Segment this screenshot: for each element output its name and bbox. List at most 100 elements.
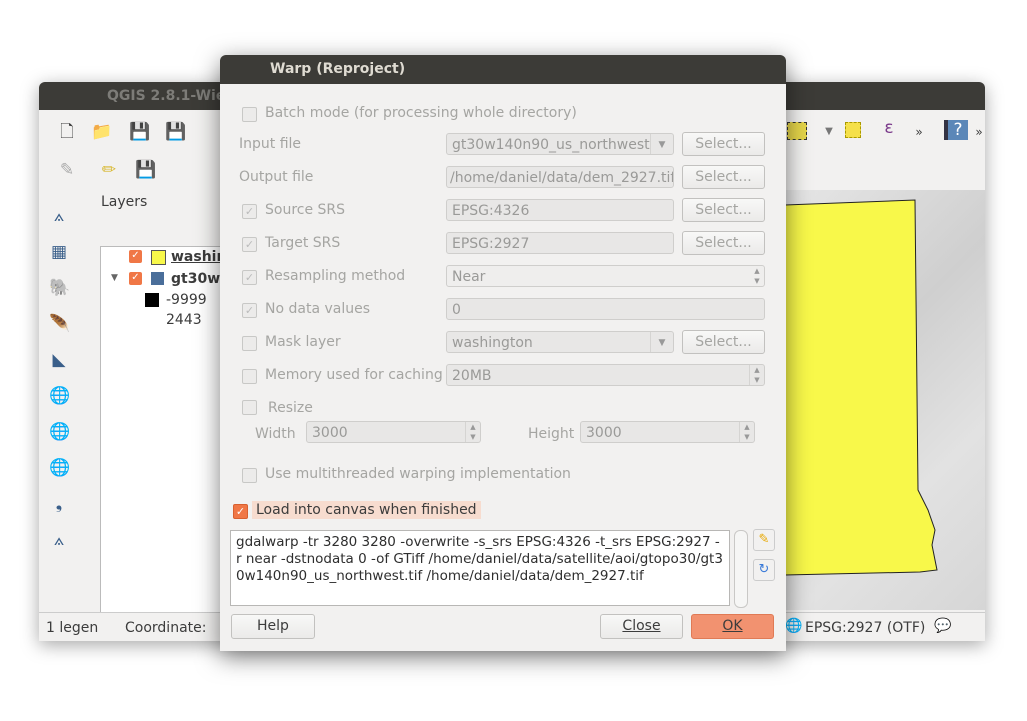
layers-panel-title: Layers <box>101 194 148 210</box>
add-wfs-icon[interactable]: 🌐 <box>49 458 70 478</box>
mask-select-button[interactable]: Select... <box>682 330 765 354</box>
no-data-input[interactable]: 0 <box>446 298 765 320</box>
target-srs-label: Target SRS <box>265 235 341 251</box>
add-postgis-icon[interactable]: 🐘 <box>49 278 70 298</box>
crs-globe-icon[interactable]: 🌐 <box>785 618 802 634</box>
input-file-value: gt30w140n90_us_northwest <box>452 137 650 153</box>
no-data-checkbox[interactable]: ✓ <box>242 303 257 318</box>
save-edits-icon[interactable]: 💾 <box>135 160 156 180</box>
legend-label: -9999 <box>166 292 207 308</box>
ok-button[interactable]: OK <box>691 614 774 639</box>
resize-checkbox[interactable] <box>242 400 257 415</box>
layer-symbol <box>151 250 166 265</box>
chevron-down-icon: ▼ <box>650 134 673 154</box>
width-spinbox[interactable]: 3000 ▲ ▼ <box>306 421 481 443</box>
edit-command-icon[interactable]: ✎ <box>753 529 775 551</box>
raster-layer-icon <box>151 272 164 285</box>
add-wcs-icon[interactable]: 🌐 <box>49 422 70 442</box>
chevron-down-icon[interactable]: ▼ <box>819 122 839 142</box>
mask-layer-combo[interactable]: washington ▼ <box>446 331 674 353</box>
memory-spinbox[interactable]: 20MB ▲ ▼ <box>446 364 765 386</box>
reset-command-icon[interactable]: ↻ <box>753 559 775 581</box>
edit-pencil-icon[interactable]: ✏ <box>99 160 119 180</box>
resampling-checkbox[interactable]: ✓ <box>242 270 257 285</box>
height-value: 3000 <box>586 425 622 441</box>
load-canvas-label[interactable]: Load into canvas when finished <box>252 501 481 519</box>
messages-icon[interactable]: 💬 <box>934 618 951 634</box>
add-delimited-text-icon[interactable]: ❟ <box>49 494 69 514</box>
coordinate-label: Coordinate: <box>125 620 207 636</box>
height-spinbox[interactable]: 3000 ▲ ▼ <box>580 421 755 443</box>
width-label: Width <box>255 426 296 442</box>
legend-status: 1 legen <box>46 620 99 636</box>
resampling-label: Resampling method <box>265 268 406 284</box>
memory-label: Memory used for caching <box>265 367 443 383</box>
left-layer-toolbar: ⟑ ▦ 🐘 🪶 ◣ 🌐 🌐 🌐 ❟ ⟑ <box>49 202 89 582</box>
input-file-label: Input file <box>239 136 302 152</box>
target-srs-input[interactable]: EPSG:2927 <box>446 232 674 254</box>
add-spatialite-icon[interactable]: 🪶 <box>49 314 70 334</box>
spinner-arrows-icon: ▲ ▼ <box>754 267 760 285</box>
save-as-icon[interactable]: 💾 <box>165 122 186 142</box>
chevron-down-icon: ▼ <box>650 332 673 352</box>
width-value: 3000 <box>312 425 348 441</box>
height-label: Height <box>528 426 575 442</box>
open-project-icon[interactable]: 📁 <box>91 122 112 142</box>
multithread-label: Use multithreaded warping implementation <box>265 466 571 482</box>
add-wms-icon[interactable]: 🌐 <box>49 386 70 406</box>
expand-icon[interactable]: ▼ <box>111 273 118 283</box>
multithread-checkbox[interactable] <box>242 468 257 483</box>
more-icon[interactable]: » <box>969 122 985 142</box>
add-raster-icon[interactable]: ▦ <box>49 242 69 262</box>
target-srs-checkbox[interactable]: ✓ <box>242 237 257 252</box>
layer-checkbox[interactable]: ✓ <box>129 272 142 285</box>
legend-swatch <box>145 293 159 307</box>
target-srs-select-button[interactable]: Select... <box>682 231 765 255</box>
mask-layer-checkbox[interactable] <box>242 336 257 351</box>
mask-layer-value: washington <box>452 335 533 351</box>
batch-mode-label: Batch mode (for processing whole directo… <box>265 105 577 121</box>
command-textarea[interactable]: gdalwarp -tr 3280 3280 -overwrite -s_srs… <box>230 530 730 606</box>
layer-checkbox[interactable]: ✓ <box>129 250 142 263</box>
source-srs-checkbox[interactable]: ✓ <box>242 204 257 219</box>
add-mssql-icon[interactable]: ◣ <box>49 350 69 370</box>
input-select-button[interactable]: Select... <box>682 132 765 156</box>
output-select-button[interactable]: Select... <box>682 165 765 189</box>
select-expression-icon[interactable]: ε <box>879 118 899 138</box>
mask-layer-label: Mask layer <box>265 334 341 350</box>
no-data-label: No data values <box>265 301 371 317</box>
help-button[interactable]: Help <box>231 614 315 639</box>
memory-checkbox[interactable] <box>242 369 257 384</box>
new-project-icon[interactable]: 🗋 <box>57 122 77 142</box>
spinner-arrows-icon: ▲ ▼ <box>465 422 480 442</box>
deselect-icon[interactable] <box>845 122 861 138</box>
add-vector-icon[interactable]: ⟑ <box>49 206 69 226</box>
dialog-title-bar: Warp (Reproject) <box>220 55 786 84</box>
save-project-icon[interactable]: 💾 <box>129 122 150 142</box>
output-file-input[interactable]: /home/daniel/data/dem_2927.tif <box>446 166 674 188</box>
source-srs-input[interactable]: EPSG:4326 <box>446 199 674 221</box>
batch-mode-checkbox[interactable] <box>242 107 257 122</box>
crs-status[interactable]: EPSG:2927 (OTF) <box>805 620 925 636</box>
legend-label: 2443 <box>166 312 202 328</box>
input-file-combo[interactable]: gt30w140n90_us_northwest ▼ <box>446 133 674 155</box>
warp-dialog: Warp (Reproject) Batch mode (for process… <box>220 55 786 651</box>
spinner-arrows-icon: ▲ ▼ <box>749 365 764 385</box>
source-srs-select-button[interactable]: Select... <box>682 198 765 222</box>
digitize-icon[interactable]: ✎ <box>57 160 77 180</box>
select-feature-icon[interactable] <box>787 122 807 140</box>
resampling-value: Near <box>452 269 486 285</box>
more-icon[interactable]: » <box>909 122 929 142</box>
output-file-label: Output file <box>239 169 314 185</box>
close-button[interactable]: Close <box>600 614 683 639</box>
resize-label: Resize <box>268 400 313 416</box>
new-layer-icon[interactable]: ⟑ <box>49 530 69 550</box>
map-canvas[interactable] <box>785 190 985 610</box>
resampling-select[interactable]: Near ▲ ▼ <box>446 265 765 287</box>
spinner-arrows-icon: ▲ ▼ <box>739 422 754 442</box>
command-scrollbar[interactable] <box>734 530 748 608</box>
load-canvas-checkbox[interactable]: ✓ <box>233 504 248 519</box>
washington-polygon <box>785 199 938 576</box>
help-icon[interactable]: ? <box>944 120 968 140</box>
memory-value: 20MB <box>452 368 492 384</box>
